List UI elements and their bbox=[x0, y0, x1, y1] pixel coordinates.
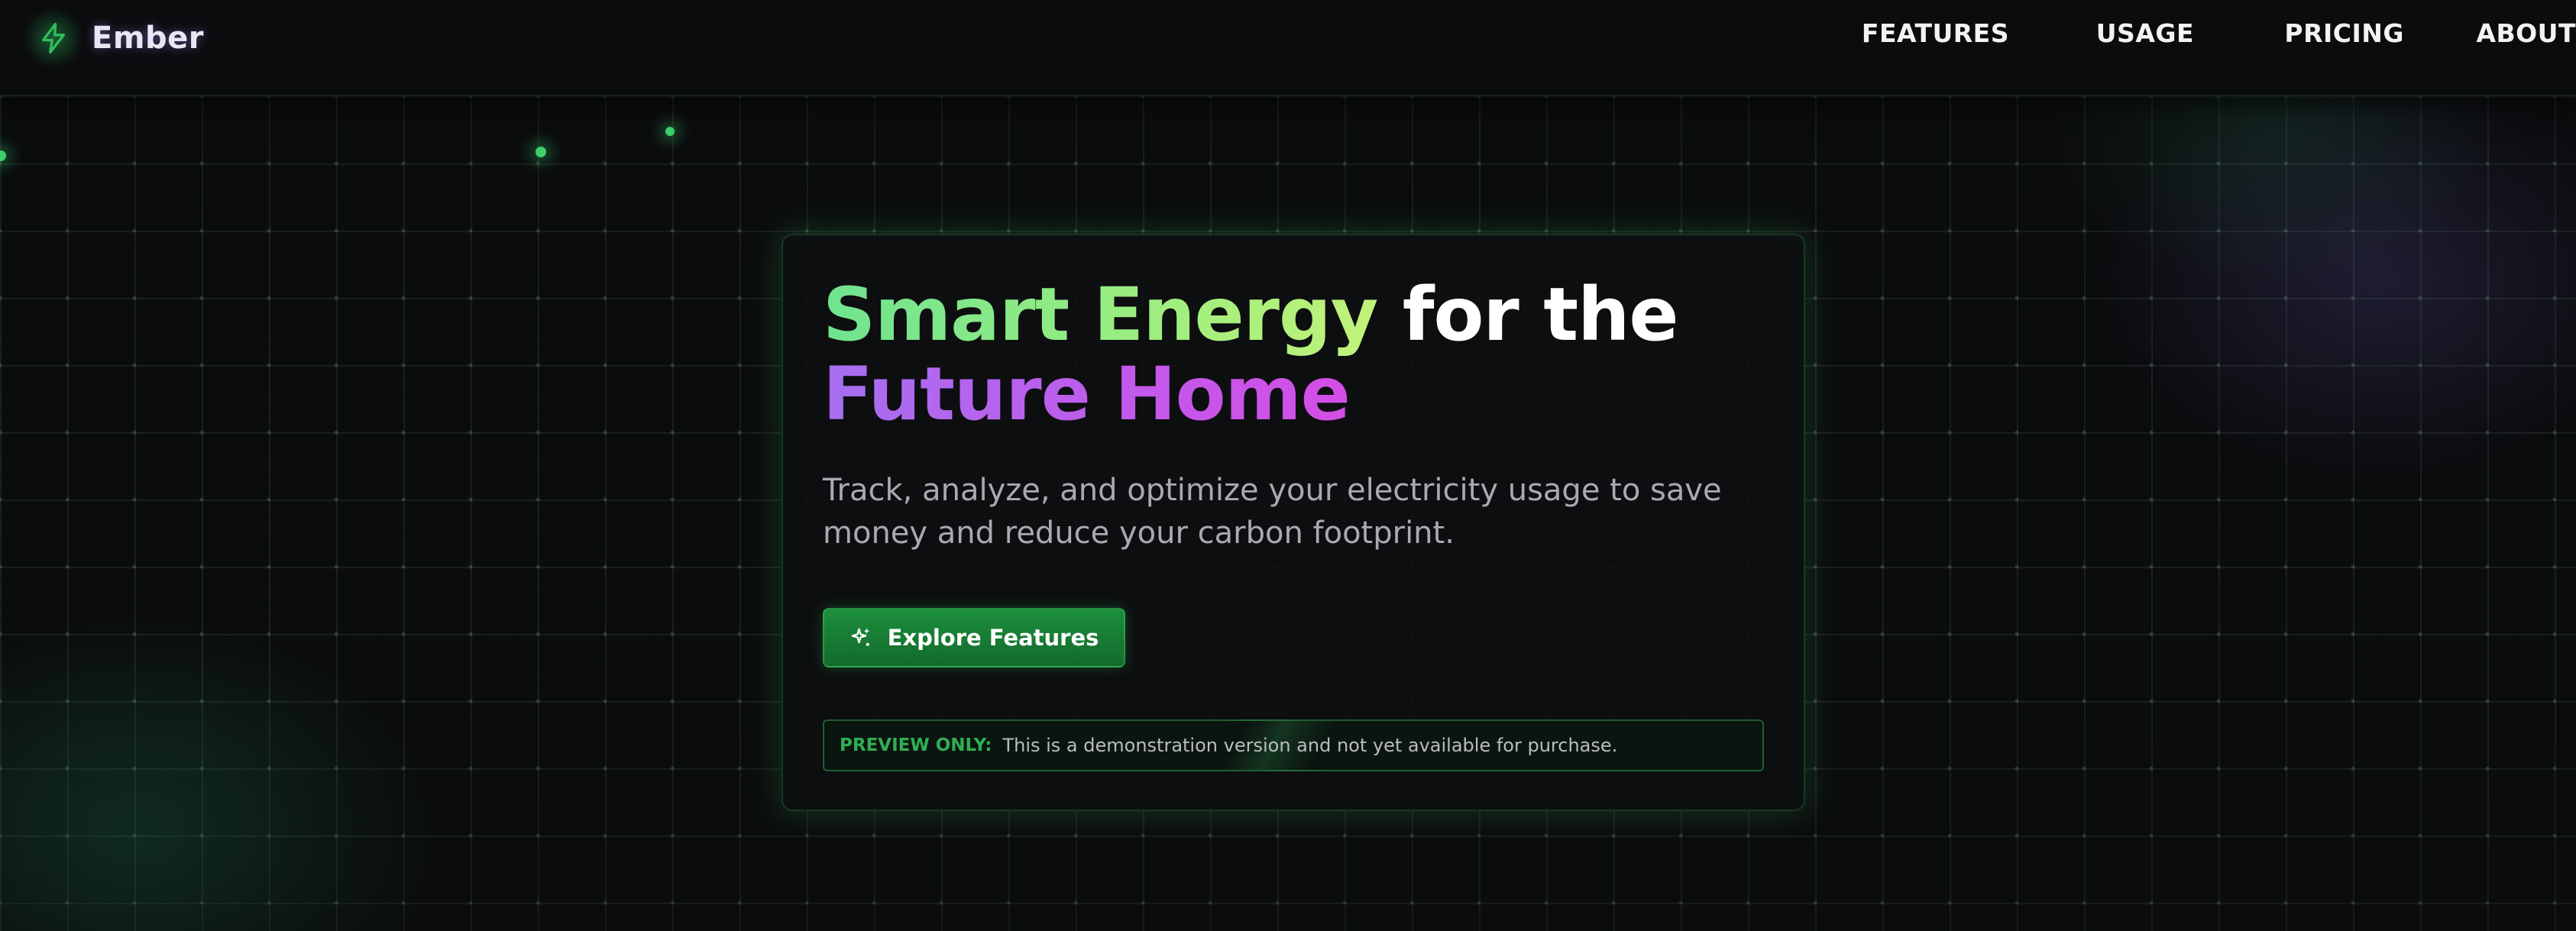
site-header: Ember FEATURES USAGE PRICING ABOUT bbox=[0, 0, 2576, 96]
nav-link-pricing[interactable]: PRICING bbox=[2284, 18, 2404, 48]
brand-logo[interactable]: Ember bbox=[23, 8, 204, 69]
headline-highlight-purple: Future Home bbox=[823, 351, 1351, 437]
nav-link-about[interactable]: ABOUT bbox=[2476, 18, 2576, 48]
glow-dot bbox=[536, 147, 546, 157]
hero-subtitle: Track, analyze, and optimize your electr… bbox=[823, 473, 1722, 551]
preview-notice: PREVIEW ONLY: This is a demonstration ve… bbox=[823, 719, 1764, 771]
preview-notice-text: This is a demonstration version and not … bbox=[1002, 735, 1618, 756]
hero-headline: Smart Energy for the Future Home bbox=[823, 275, 1770, 434]
headline-highlight-green: Smart Energy bbox=[823, 272, 1378, 357]
explore-features-button[interactable]: Explore Features bbox=[823, 608, 1125, 668]
explore-features-label: Explore Features bbox=[887, 625, 1099, 651]
sparkle-icon bbox=[849, 626, 872, 649]
hero-card: Smart Energy for the Future Home Track, … bbox=[782, 234, 1805, 811]
landing-page: Ember FEATURES USAGE PRICING ABOUT Smart… bbox=[0, 0, 2576, 931]
headline-plain: for the bbox=[1402, 272, 1679, 357]
glow-dot bbox=[665, 127, 675, 136]
nav-link-features[interactable]: FEATURES bbox=[1862, 18, 2009, 48]
lightning-bolt-icon bbox=[23, 8, 84, 69]
nav-link-usage[interactable]: USAGE bbox=[2096, 18, 2194, 48]
brand-name: Ember bbox=[92, 21, 204, 56]
preview-notice-label: PREVIEW ONLY: bbox=[840, 735, 992, 755]
